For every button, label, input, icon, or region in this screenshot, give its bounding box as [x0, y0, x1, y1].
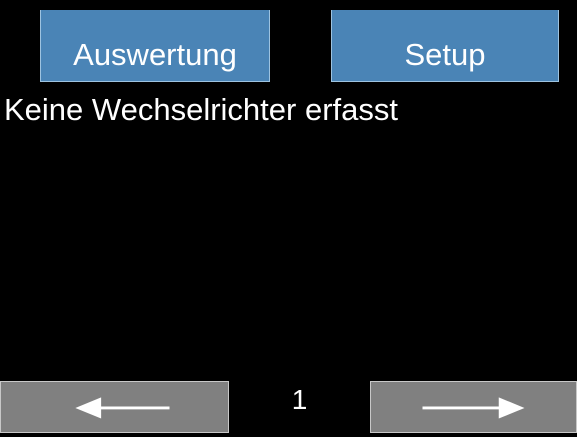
arrow-right-icon: [422, 397, 525, 419]
page-number: 1: [291, 384, 308, 415]
device-screen: Auswertung Setup Keine Wechselrichter er…: [0, 0, 577, 437]
previous-page-button[interactable]: [0, 381, 229, 433]
setup-label: Setup: [404, 37, 486, 72]
status-message: Keine Wechselrichter erfasst: [4, 92, 398, 127]
auswertung-button[interactable]: Auswertung: [40, 10, 270, 82]
arrow-left-icon: [75, 397, 170, 419]
next-page-button[interactable]: [370, 381, 577, 433]
setup-button[interactable]: Setup: [331, 10, 559, 82]
auswertung-label: Auswertung: [73, 37, 237, 72]
